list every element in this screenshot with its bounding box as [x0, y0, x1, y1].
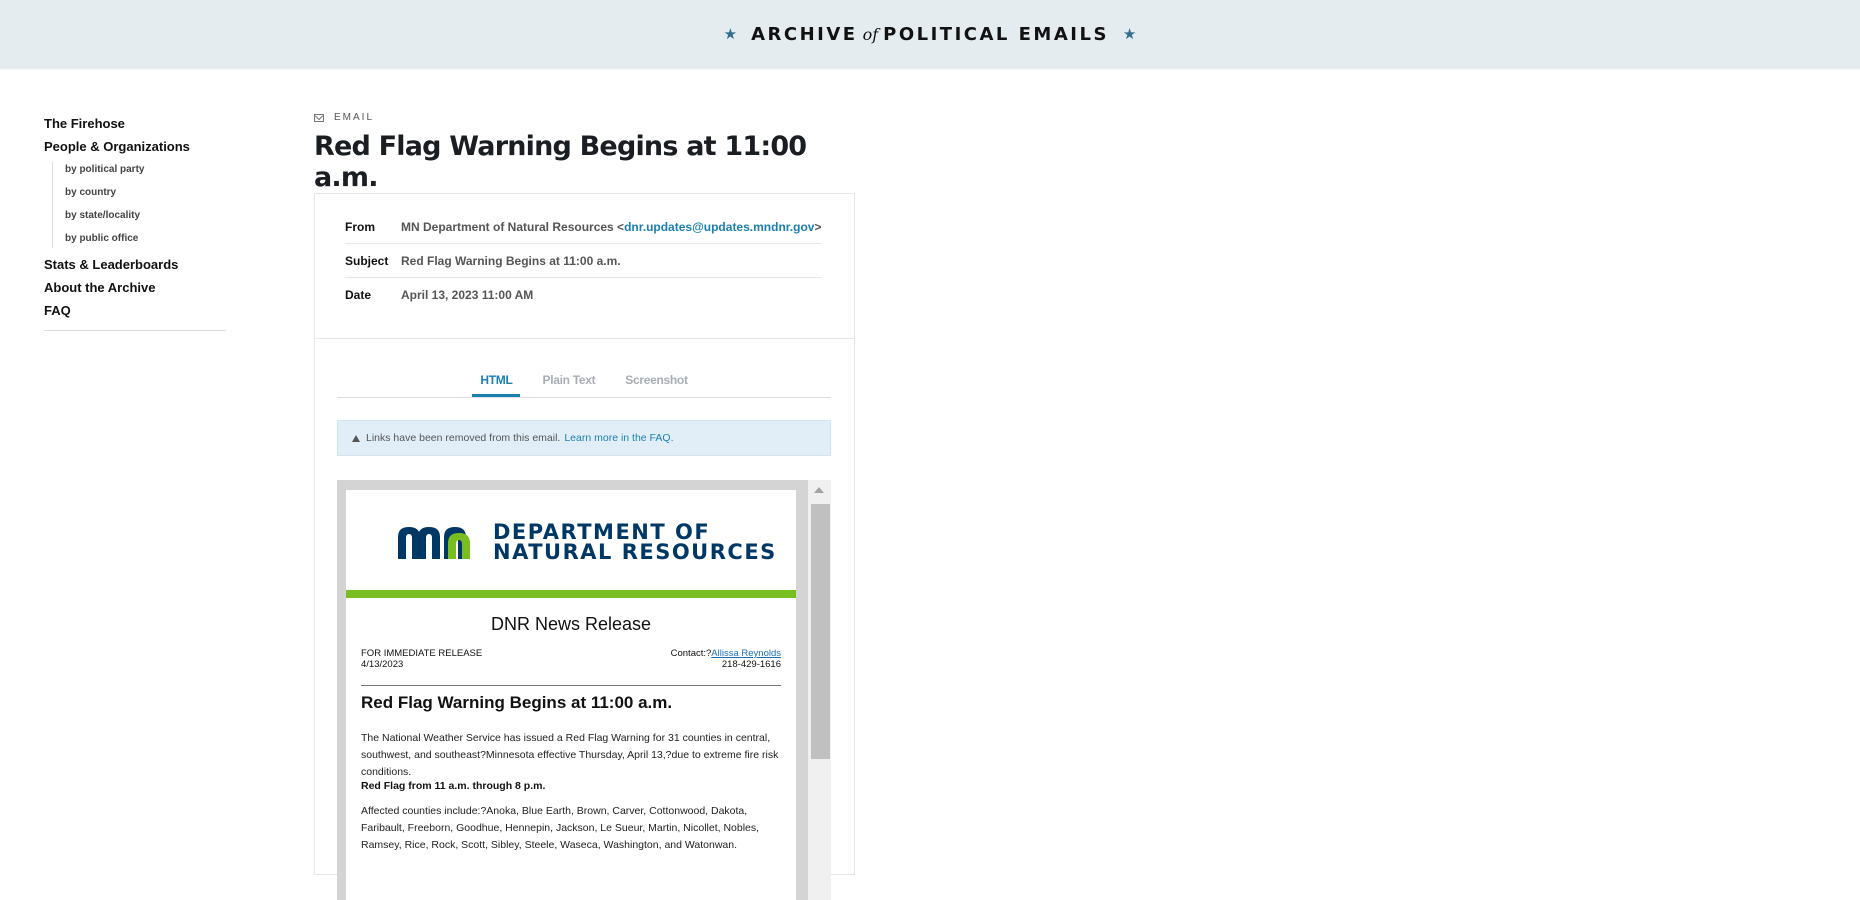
green-divider-bar — [346, 590, 796, 598]
mn-logo-mark — [398, 527, 470, 559]
content-kicker: EMAIL — [314, 112, 855, 123]
site-title-left: ARCHIVE — [751, 24, 858, 45]
meta-from-value: MN Department of Natural Resources <dnr.… — [401, 220, 821, 234]
sidebar-item-faq[interactable]: FAQ — [44, 303, 226, 318]
site-title-right: POLITICAL EMAILS — [883, 24, 1109, 45]
sidebar-item-people-organizations[interactable]: People & Organizations — [44, 139, 226, 154]
site-title-link[interactable]: ★ ARCHIVE of POLITICAL EMAILS ★ — [724, 24, 1137, 45]
meta-label-date: Date — [345, 287, 372, 302]
email-scrollbar[interactable] — [808, 480, 831, 900]
sidebar-item-firehose[interactable]: The Firehose — [44, 116, 226, 131]
email-body: DEPARTMENT OF NATURAL RESOURCES DNR News… — [346, 490, 796, 900]
site-title-of: of — [862, 25, 879, 44]
email-paragraph-2: Affected counties include:?Anoka, Blue E… — [361, 805, 760, 851]
faq-link[interactable]: Learn more in the FAQ. — [564, 432, 673, 444]
release-title: DNR News Release — [490, 614, 652, 634]
sidebar-subitem-country[interactable]: by country — [65, 187, 226, 198]
notice-text: Links have been removed from this email. — [366, 432, 561, 444]
meta-row-subject: Subject Red Flag Warning Begins at 11:00… — [345, 244, 822, 278]
scrollbar-thumb[interactable] — [811, 504, 830, 759]
envelope-icon — [314, 113, 324, 122]
email-heading: Red Flag Warning Begins at 11:00 a.m. — [361, 693, 673, 712]
logo-line-2: NATURAL RESOURCES — [493, 540, 777, 564]
email-bold-line: Red Flag from 11 a.m. through 8 p.m. — [361, 780, 546, 792]
from-close: > — [814, 219, 822, 234]
sidebar-subitem-state-locality[interactable]: by state/locality — [65, 210, 226, 221]
contact-phone: 218-429-1616 — [721, 659, 781, 670]
view-tabs: HTML Plain Text Screenshot — [337, 372, 831, 398]
meta-date-value: April 13, 2023 11:00 AM — [401, 287, 534, 302]
for-release-label: FOR IMMEDIATE RELEASE — [361, 648, 483, 659]
tab-plain-text[interactable]: Plain Text — [534, 372, 603, 397]
release-contact: Contact:?Allissa Reynolds 218-429-1616 — [671, 648, 781, 670]
dnr-logo-text: DEPARTMENT OF NATURAL RESOURCES — [493, 520, 777, 564]
meta-subject-value: Red Flag Warning Begins at 11:00 a.m. — [401, 253, 621, 268]
from-email-link[interactable]: dnr.updates@updates.mndnr.gov — [624, 220, 814, 234]
meta-row-date: Date April 13, 2023 11:00 AM — [345, 278, 822, 311]
email-divider — [361, 685, 781, 686]
logo-line-1: DEPARTMENT OF — [493, 520, 711, 544]
kicker-label: EMAIL — [334, 112, 375, 123]
email-card: From MN Department of Natural Resources … — [314, 193, 855, 900]
sidebar-item-stats-leaderboards[interactable]: Stats & Leaderboards — [44, 257, 226, 272]
sidebar-item-about[interactable]: About the Archive — [44, 280, 226, 295]
star-icon: ★ — [723, 26, 738, 43]
release-left: FOR IMMEDIATE RELEASE 4/13/2023 — [361, 648, 482, 670]
email-paragraph-1: The National Weather Service has issued … — [361, 732, 779, 778]
tab-html[interactable]: HTML — [472, 372, 521, 397]
sidebar-subitem-public-office[interactable]: by public office — [65, 233, 226, 244]
from-name: MN Department of Natural Resources < — [401, 219, 625, 234]
email-meta: From MN Department of Natural Resources … — [345, 210, 822, 311]
sidebar-subitem-political-party[interactable]: by political party — [65, 164, 226, 175]
links-removed-notice: Links have been removed from this email.… — [337, 420, 831, 456]
meta-label-from: From — [345, 219, 375, 234]
scroll-up-arrow-icon[interactable] — [814, 487, 824, 493]
meta-row-from: From MN Department of Natural Resources … — [345, 210, 822, 244]
contact-label: Contact:? — [670, 648, 712, 659]
warning-icon — [352, 434, 360, 442]
dnr-logo: DEPARTMENT OF NATURAL RESOURCES — [396, 520, 777, 564]
page-title: Red Flag Warning Begins at 11:00 a.m. — [314, 131, 807, 193]
tab-screenshot[interactable]: Screenshot — [617, 372, 695, 397]
contact-name-link[interactable]: Allissa Reynolds — [711, 648, 781, 659]
sidebar-divider — [44, 330, 226, 331]
sidebar-subnav: by political party by country by state/l… — [52, 162, 226, 248]
email-html-frame[interactable]: DEPARTMENT OF NATURAL RESOURCES DNR News… — [337, 480, 831, 900]
meta-label-subject: Subject — [345, 253, 389, 268]
main-content: EMAIL Red Flag Warning Begins at 11:00 a… — [314, 112, 855, 900]
sidebar-nav: The Firehose People & Organizations by p… — [44, 116, 226, 331]
site-title: ARCHIVE of POLITICAL EMAILS — [751, 24, 1109, 45]
site-header: ★ ARCHIVE of POLITICAL EMAILS ★ — [0, 0, 1860, 69]
star-icon: ★ — [1122, 26, 1137, 43]
release-date: 4/13/2023 — [361, 659, 404, 670]
card-divider — [315, 338, 854, 339]
